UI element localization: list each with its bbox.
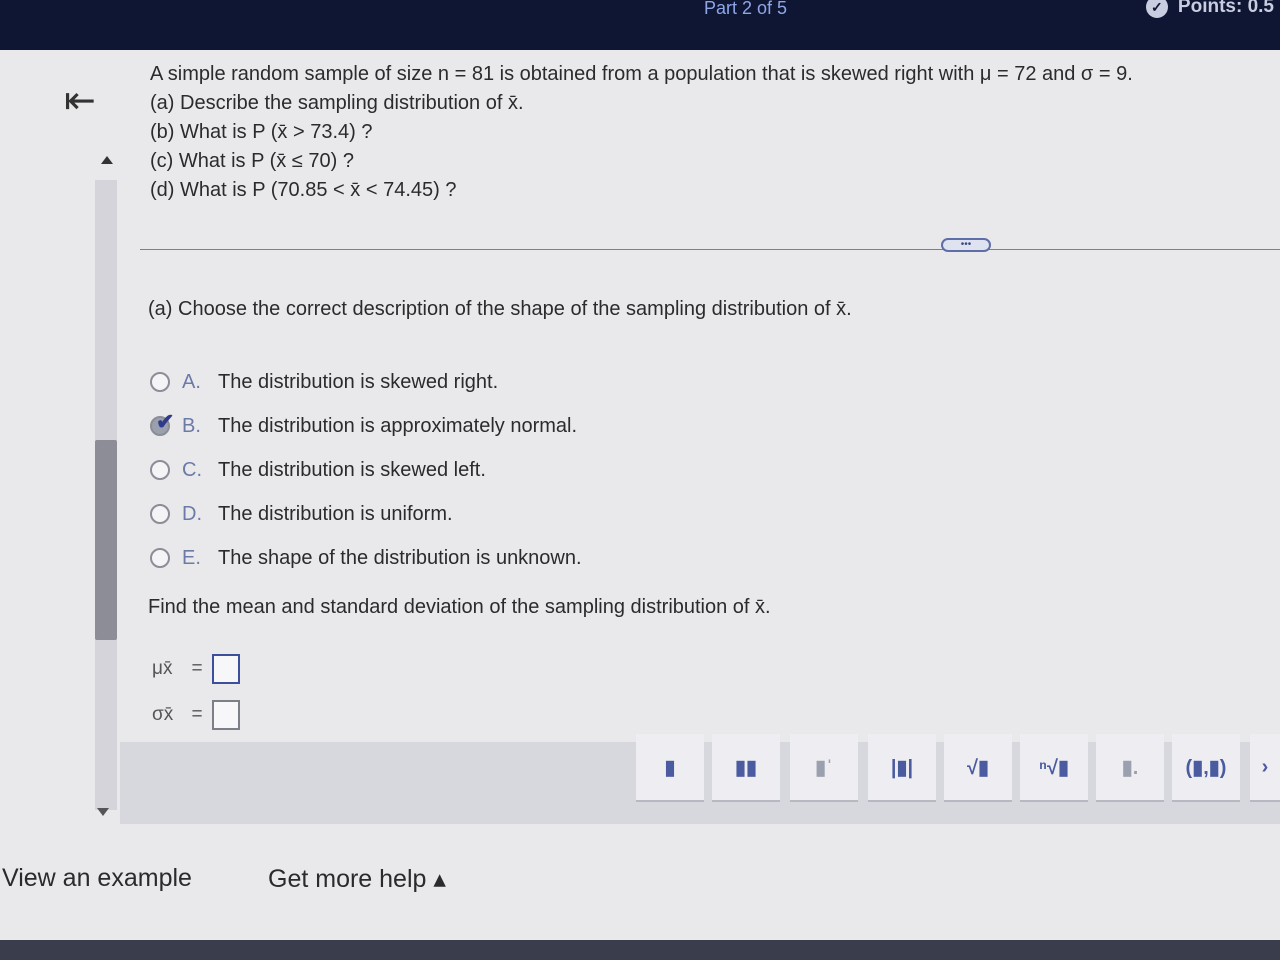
- decimal-icon: ▮.: [1121, 756, 1139, 779]
- question-part-d: (d) What is P (70.85 < x̄ < 74.45) ?: [150, 179, 457, 201]
- view-example-link[interactable]: View an example: [2, 864, 192, 893]
- part-a-prompt: (a) Choose the correct description of th…: [148, 298, 852, 320]
- question-part-a: (a) Describe the sampling distribution o…: [150, 92, 524, 114]
- option-b[interactable]: ✔ B. The distribution is approximately n…: [150, 404, 582, 448]
- scroll-up-icon[interactable]: [101, 156, 113, 164]
- sd-symbol: σx̄: [152, 704, 174, 725]
- fraction-icon: ▮: [664, 756, 676, 779]
- option-letter: A.: [182, 370, 201, 393]
- answer-options: A. The distribution is skewed right. ✔ B…: [150, 360, 582, 580]
- mean-symbol: μx̄: [152, 658, 173, 679]
- option-letter: E.: [182, 546, 201, 569]
- question-text: A simple random sample of size n = 81 is…: [150, 60, 1133, 205]
- scrollbar-thumb[interactable]: [95, 440, 117, 640]
- part-label: Part 2 of 5: [704, 0, 788, 18]
- sqrt-icon: √▮: [967, 756, 989, 779]
- option-text: The distribution is skewed right.: [218, 370, 499, 393]
- ordered-pair-icon: (▮,▮): [1185, 756, 1227, 779]
- points-label: Points: 0.5: [1177, 0, 1274, 17]
- expand-more-button[interactable]: •••: [941, 238, 991, 252]
- more-tools-button[interactable]: ›: [1250, 734, 1280, 802]
- option-letter: C.: [182, 458, 202, 481]
- ordered-pair-button[interactable]: (▮,▮): [1172, 734, 1240, 802]
- radio-c[interactable]: [150, 460, 170, 480]
- mean-answer-row: μx̄ =: [152, 654, 240, 684]
- question-intro: A simple random sample of size n = 81 is…: [150, 63, 1133, 85]
- option-text: The distribution is skewed left.: [218, 458, 486, 481]
- radio-e[interactable]: [150, 548, 170, 568]
- option-text: The distribution is approximately normal…: [218, 414, 578, 437]
- option-e[interactable]: E. The shape of the distribution is unkn…: [150, 536, 582, 580]
- option-letter: B.: [182, 414, 201, 437]
- section-divider: [140, 249, 1280, 250]
- scroll-down-icon[interactable]: [97, 808, 109, 816]
- exponent-icon: ▮ˈ: [815, 756, 833, 779]
- nth-root-icon: ⁿ√▮: [1039, 756, 1069, 779]
- get-more-help-link[interactable]: Get more help ▴: [268, 864, 446, 894]
- nth-root-button[interactable]: ⁿ√▮: [1020, 734, 1088, 802]
- exponent-button[interactable]: ▮ˈ: [790, 734, 858, 802]
- fraction-button[interactable]: ▮: [636, 734, 704, 802]
- mean-input[interactable]: [212, 654, 240, 684]
- option-c[interactable]: C. The distribution is skewed left.: [150, 448, 582, 492]
- mixed-number-icon: ▮▮: [734, 756, 757, 779]
- top-bar: Part 2 of 5 ✓ Points: 0.5: [0, 0, 1280, 50]
- points-display: ✓ Points: 0.5: [1145, 0, 1274, 18]
- checkmark-icon: ✔: [156, 409, 175, 434]
- radio-d[interactable]: [150, 504, 170, 524]
- check-badge-icon: ✓: [1145, 0, 1168, 18]
- sd-input[interactable]: [212, 700, 240, 730]
- radio-b-selected[interactable]: ✔: [150, 409, 174, 436]
- mixed-number-button[interactable]: ▮▮: [712, 734, 780, 802]
- sqrt-button[interactable]: √▮: [944, 734, 1012, 802]
- option-letter: D.: [182, 502, 202, 525]
- find-prompt: Find the mean and standard deviation of …: [148, 596, 771, 618]
- taskbar: [0, 940, 1280, 960]
- equals-sign: =: [191, 658, 203, 679]
- decimal-button[interactable]: ▮.: [1096, 734, 1164, 802]
- question-part-b: (b) What is P (x̄ > 73.4) ?: [150, 121, 373, 143]
- absolute-value-button[interactable]: |▮|: [868, 734, 936, 802]
- first-page-icon: ⇤: [64, 80, 96, 122]
- option-a[interactable]: A. The distribution is skewed right.: [150, 360, 582, 404]
- radio-a[interactable]: [150, 372, 170, 392]
- option-text: The shape of the distribution is unknown…: [218, 546, 582, 569]
- absolute-value-icon: |▮|: [890, 756, 914, 779]
- option-text: The distribution is uniform.: [218, 502, 453, 525]
- question-part-c: (c) What is P (x̄ ≤ 70) ?: [150, 150, 354, 172]
- sd-answer-row: σx̄ =: [152, 700, 240, 730]
- option-d[interactable]: D. The distribution is uniform.: [150, 492, 582, 536]
- back-to-start-button[interactable]: ⇤: [64, 82, 96, 120]
- more-tools-icon: ›: [1261, 755, 1269, 778]
- equals-sign: =: [191, 704, 203, 725]
